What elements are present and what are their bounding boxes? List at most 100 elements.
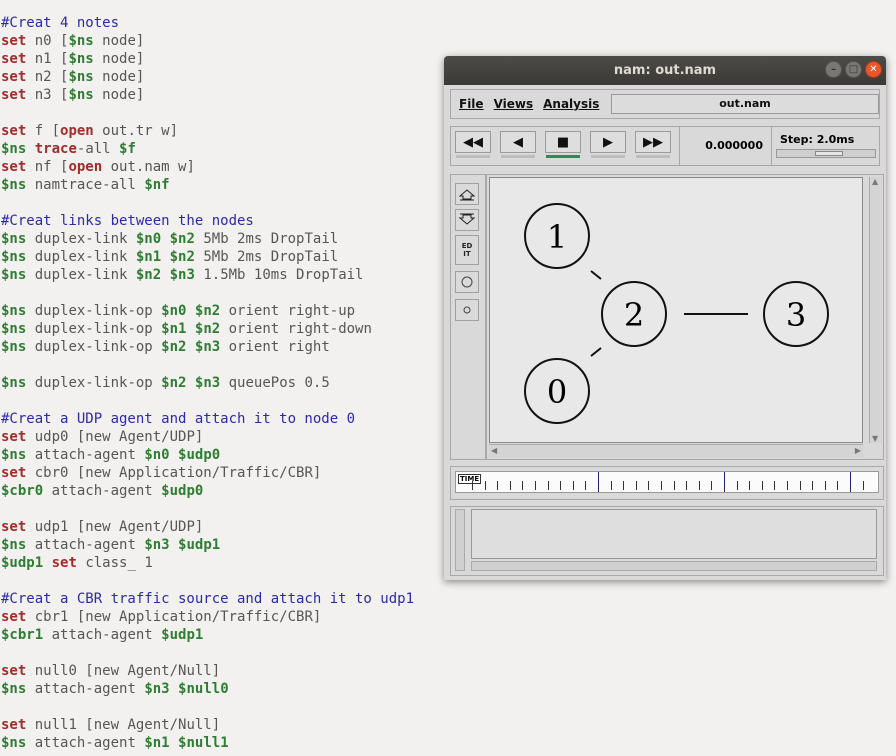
code-line[interactable]: set null0 [new Agent/Null] [0,662,896,680]
code-line[interactable]: $cbr1 attach-agent $udp1 [0,626,896,644]
code-token: attach-agent [43,627,162,643]
code-token: $f [119,141,136,157]
nam-window: nam: out.nam – □ ✕ File Views Analysis o… [444,56,886,580]
code-token: $ns [1,339,27,355]
window-titlebar[interactable]: nam: out.nam – □ ✕ [444,56,886,85]
code-line[interactable] [0,644,896,662]
code-token: attach-agent [26,735,145,751]
step-control: Step: 2.0ms [771,127,880,165]
code-line[interactable]: set n0 [$ns node] [0,32,896,50]
scroll-down-icon[interactable]: ▼ [872,434,878,443]
zoom-in-icon[interactable] [455,183,479,205]
node-3[interactable]: 3 [763,281,829,347]
code-token: $ns [1,321,27,337]
topology-canvas[interactable]: 1 2 3 0 [489,177,863,443]
timeline-tick [497,481,499,490]
code-token: set [1,429,27,445]
code-line[interactable]: $ns attach-agent $n1 $null1 [0,734,896,752]
play-button[interactable]: ▶ [590,131,626,158]
timeline-tick [862,481,864,490]
code-token: $ns [1,267,27,283]
code-line[interactable]: $ns attach-agent $n3 $null0 [0,680,896,698]
code-token: #Creat a UDP agent and attach it to node… [1,411,356,427]
code-token: $n3 [169,267,195,283]
node-1[interactable]: 1 [524,203,590,269]
node-2[interactable]: 2 [601,281,667,347]
timeline-tick [661,481,662,490]
step-slider[interactable] [776,149,876,158]
scroll-right-icon[interactable]: ▶ [855,446,861,455]
code-token: $ns [1,375,27,391]
edit-button[interactable]: ED IT [455,235,479,265]
fast-forward-button[interactable]: ▶▶ [635,131,671,158]
code-token: $ns [1,141,27,157]
code-token: set [1,87,27,103]
code-token: $n3 [144,537,170,553]
horizontal-scrollbar[interactable]: ◀ ▶ [489,444,863,457]
zoom-out-icon[interactable] [455,209,479,231]
menu-analysis[interactable]: Analysis [543,97,599,111]
code-token: $ns [1,303,27,319]
scroll-up-icon[interactable]: ▲ [872,177,878,186]
stop-button[interactable]: ■ [545,131,581,158]
step-slider-handle[interactable] [815,151,843,156]
annotation-hscroll[interactable] [471,561,877,571]
close-button[interactable]: ✕ [865,61,882,78]
menu-views[interactable]: Views [494,97,534,111]
code-line[interactable]: #Creat a CBR traffic source and attach i… [0,590,896,608]
annotation-vscroll[interactable] [455,509,465,571]
code-token: n1 [ [26,51,69,67]
code-token: set [1,465,27,481]
annotation-area [471,509,877,559]
small-node-icon[interactable] [455,299,479,321]
large-node-icon[interactable] [455,271,479,293]
timeline-tick [598,472,599,492]
minimize-button[interactable]: – [825,61,842,78]
code-token: duplex-link [26,267,136,283]
node-0[interactable]: 0 [524,358,590,424]
code-token: attach-agent [43,483,162,499]
rewind-button[interactable]: ◀◀ [455,131,491,158]
vertical-scrollbar[interactable]: ▲ ▼ [869,177,882,443]
code-token: n2 [ [26,69,69,85]
code-token: f [ [26,123,61,139]
code-token: $n1 [161,321,187,337]
code-token: 1.5Mb 10ms DropTail [194,267,364,283]
code-token: open [60,123,94,139]
code-token: attach-agent [26,537,145,553]
step-back-button[interactable]: ◀ [500,131,536,158]
time-marker[interactable]: TIME [458,474,482,484]
code-line[interactable]: set null1 [new Agent/Null] [0,716,896,734]
code-line[interactable]: #Creat 4 notes [0,14,896,32]
topology-graph: 1 2 3 0 [524,203,829,424]
timeline-tick [799,481,801,490]
code-token: duplex-link-op [26,339,162,355]
code-token: duplex-link-op [26,375,162,391]
node-label: 3 [786,296,806,334]
code-token: udp0 [new Agent/UDP] [26,429,204,445]
code-token: $ns [1,177,27,193]
network-view: 1 2 3 0 ▲ ▼ ◀ ▶ [486,174,884,460]
node-label: 2 [624,296,644,334]
code-token: $ns [1,681,27,697]
maximize-button[interactable]: □ [845,61,862,78]
code-line[interactable] [0,698,896,716]
timeline-tick [824,481,826,490]
code-token: $udp1 [178,537,221,553]
menu-file[interactable]: File [459,97,484,111]
code-token: $udp0 [178,447,221,463]
code-token: $n2 [194,303,221,319]
code-token: set [1,609,27,625]
timeline-tick [522,481,524,490]
code-line[interactable]: set cbr1 [new Application/Traffic/CBR] [0,608,896,626]
timeline-slider[interactable]: TIME [455,471,879,493]
timeline-tick [560,481,562,490]
scroll-left-icon[interactable]: ◀ [491,446,497,455]
code-token: $n2 [169,249,195,265]
code-token: out.nam w] [102,159,195,175]
